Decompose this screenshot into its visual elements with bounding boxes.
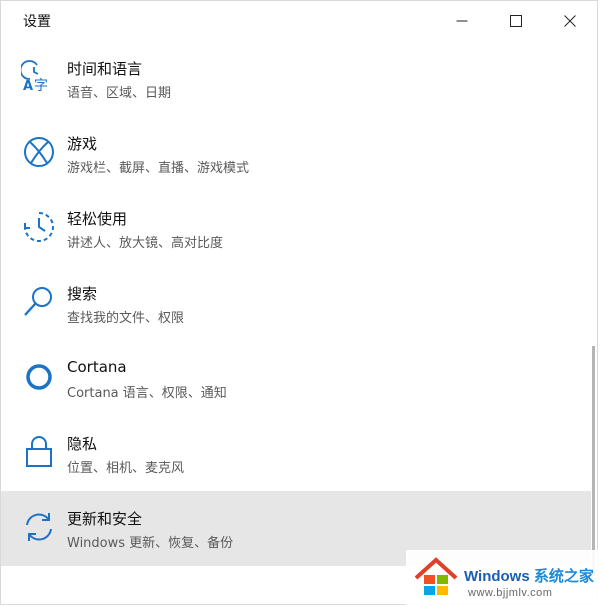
item-label: 轻松使用	[67, 210, 128, 228]
watermark-url: www.bjjmlv.com	[468, 587, 553, 599]
item-label: 更新和安全	[67, 510, 143, 528]
cortana-icon	[26, 364, 52, 390]
maximize-button[interactable]	[493, 1, 539, 41]
item-description: Windows 更新、恢复、备份	[67, 536, 234, 551]
watermark-title: Windows 系统之家	[464, 565, 594, 586]
lock-icon	[26, 436, 52, 467]
xbox-icon	[24, 137, 54, 167]
item-label: 搜索	[67, 285, 98, 303]
minimize-button[interactable]	[439, 1, 485, 41]
update-icon	[26, 513, 52, 541]
watermark-word-site: 系统之家	[533, 568, 594, 585]
item-description: 语音、区域、日期	[67, 86, 172, 101]
item-label: 隐私	[67, 435, 98, 453]
settings-item-search[interactable]: 搜索 查找我的文件、权限	[1, 266, 591, 341]
settings-window: 设置 A 字 时间和语言 语音、区域、日期 游戏 游戏栏、截屏、直播、游戏模式 …	[0, 0, 598, 605]
settings-item-cortana[interactable]: Cortana Cortana 语言、权限、通知	[1, 341, 591, 416]
window-title: 设置	[23, 14, 51, 30]
item-label: 游戏	[67, 135, 98, 153]
watermark-word-windows: Windows	[464, 568, 530, 585]
item-description: 游戏栏、截屏、直播、游戏模式	[67, 161, 250, 176]
item-description: 查找我的文件、权限	[67, 311, 185, 326]
settings-category-list: A 字 时间和语言 语音、区域、日期 游戏 游戏栏、截屏、直播、游戏模式 轻松使…	[1, 41, 591, 604]
item-label: Cortana	[67, 358, 127, 376]
ease-of-access-icon	[24, 212, 54, 242]
maximize-icon	[510, 15, 522, 27]
item-description: 位置、相机、麦克风	[67, 461, 185, 476]
settings-item-privacy[interactable]: 隐私 位置、相机、麦克风	[1, 416, 591, 491]
svg-text:字: 字	[34, 78, 48, 94]
scrollbar[interactable]	[592, 346, 595, 576]
item-description: 讲述人、放大镜、高对比度	[67, 236, 224, 251]
svg-text:A: A	[23, 79, 33, 94]
title-bar: 设置	[1, 1, 597, 41]
site-watermark: Windows 系统之家 www.bjjmlv.com	[406, 550, 600, 607]
close-icon	[564, 15, 576, 27]
settings-item-gaming[interactable]: 游戏 游戏栏、截屏、直播、游戏模式	[1, 116, 591, 191]
settings-item-ease-of-access[interactable]: 轻松使用 讲述人、放大镜、高对比度	[1, 191, 591, 266]
search-icon	[24, 287, 52, 316]
settings-item-time-language[interactable]: A 字 时间和语言 语音、区域、日期	[1, 41, 591, 116]
windows-logo-icon	[414, 557, 458, 595]
item-label: 时间和语言	[67, 60, 143, 78]
minimize-icon	[456, 20, 468, 22]
time-language-icon: A 字	[21, 60, 48, 94]
item-description: Cortana 语言、权限、通知	[67, 386, 227, 401]
close-button[interactable]	[547, 1, 593, 41]
